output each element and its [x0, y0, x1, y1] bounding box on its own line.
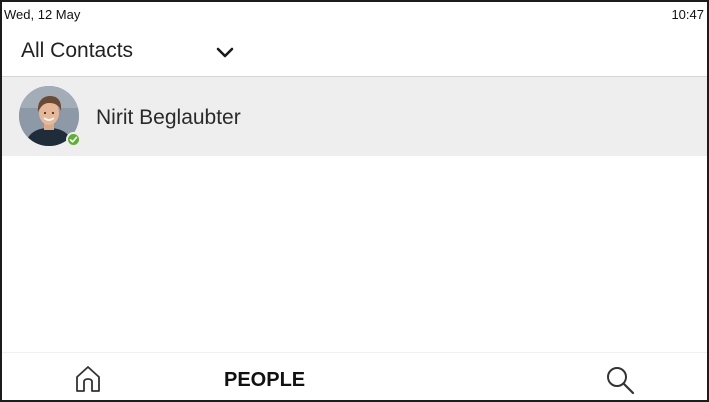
status-date: Wed, 12 May [4, 7, 81, 22]
contacts-screen: Wed, 12 May 10:47 All Contacts Nirit Beg… [0, 0, 709, 402]
avatar [19, 86, 81, 147]
contacts-filter-dropdown[interactable]: All Contacts [2, 24, 707, 76]
chevron-down-icon[interactable] [214, 41, 236, 63]
home-icon[interactable] [72, 363, 104, 395]
search-icon[interactable] [604, 364, 636, 396]
status-bar: Wed, 12 May 10:47 [2, 2, 707, 24]
status-time: 10:47 [671, 7, 704, 22]
tab-people[interactable]: PEOPLE [224, 369, 305, 392]
presence-available-icon [66, 132, 81, 147]
contact-list-item[interactable]: Nirit Beglaubter [2, 77, 707, 156]
contact-name: Nirit Beglaubter [96, 106, 241, 129]
bottom-nav: PEOPLE [2, 353, 707, 400]
filter-selected-label: All Contacts [21, 39, 134, 62]
check-icon [69, 136, 78, 143]
